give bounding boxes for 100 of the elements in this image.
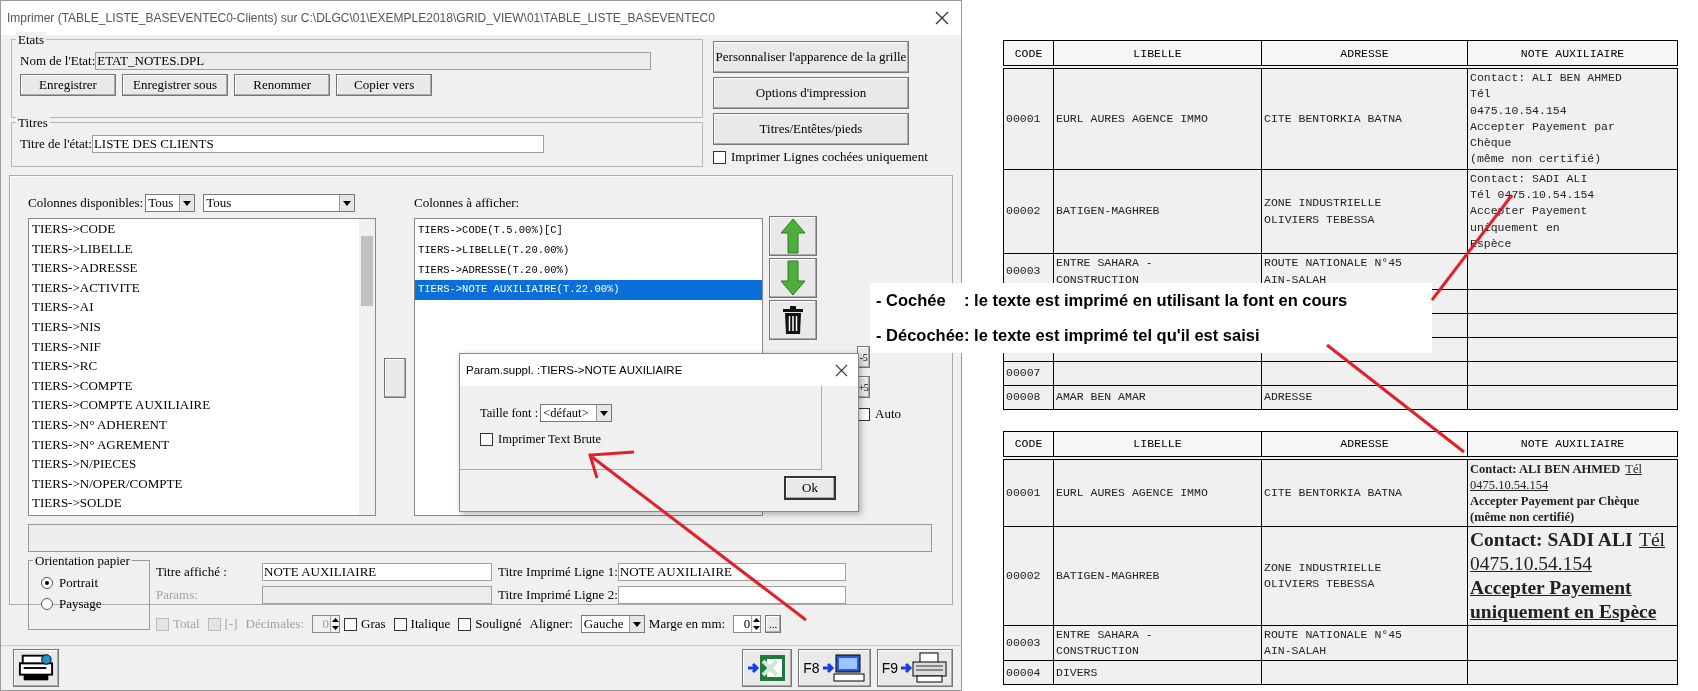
filter-dropdown[interactable]: Tous <box>145 194 196 212</box>
list-label: Colonnes à afficher: <box>414 195 520 211</box>
radio-label: Portrait <box>59 574 98 591</box>
table-cell: BATIGEN-MAGHREB <box>1053 526 1262 626</box>
checkbox[interactable] <box>393 617 407 631</box>
field-label: Titre Imprimé Ligne 2: <box>498 586 618 603</box>
checkbox[interactable] <box>344 617 357 631</box>
list-item[interactable]: TIERS->CODE(T.5.00%)[C] <box>415 221 762 241</box>
checkbox[interactable] <box>480 433 493 446</box>
down-caret-icon <box>331 626 339 630</box>
width-button[interactable]: -5 <box>857 346 870 368</box>
table-cell: CITE BENTORKIA BATNA <box>1261 67 1468 170</box>
list-item[interactable]: TIERS->LIBELLE <box>29 238 359 259</box>
field-label: Titre Imprimé Ligne 1: <box>498 563 618 580</box>
preview-button[interactable]: F8 <box>798 649 871 687</box>
checkbox-label: Imprimer Lignes cochées uniquement <box>731 149 928 165</box>
print-title-line-field[interactable]: NOTE AUXILIAIRE <box>617 562 846 581</box>
list-item[interactable]: TIERS->SOLDE <box>29 493 359 513</box>
state-name-field[interactable]: ETAT_NOTES.DPL <box>95 52 652 70</box>
trash-icon <box>782 305 804 335</box>
excel-export-button[interactable] <box>742 649 793 687</box>
checkbox[interactable] <box>458 617 472 631</box>
close-icon[interactable] <box>835 363 848 377</box>
radio-button[interactable] <box>41 597 53 610</box>
number-spinner[interactable]: 0 <box>733 615 762 633</box>
table-cell: ENTRE SAHARA - CONSTRUCTION <box>1053 625 1262 661</box>
list-item[interactable]: TIERS->COMPTE <box>29 375 359 396</box>
state-button[interactable]: Enregistrer sous <box>122 74 229 96</box>
checkbox-label: [-] <box>224 616 238 632</box>
column-header: ADRESSE <box>1261 40 1468 67</box>
down-arrow-icon <box>780 260 806 296</box>
table-cell: EURL AURES AGENCE IMMO <box>1053 457 1262 527</box>
column-header: ADRESSE <box>1261 431 1468 458</box>
checkbox-label: Auto <box>875 406 901 422</box>
checkbox-label: Italique <box>410 616 451 632</box>
list-item[interactable]: TIERS->N/OPER/COMPTE <box>29 473 359 494</box>
column-header: NOTE AUXILIAIRE <box>1467 431 1678 458</box>
checkbox-label: Souligné <box>475 616 522 632</box>
checkbox-label: Imprimer Text Brute <box>498 432 602 447</box>
list-item[interactable]: TIERS->N° AGREMENT <box>29 434 359 455</box>
params-field[interactable] <box>262 585 492 604</box>
list-item[interactable]: TIERS->ADRESSE(T.20.00%) <box>415 260 762 281</box>
font-size-dropdown[interactable]: <défaut> <box>540 404 613 422</box>
checkbox[interactable] <box>713 150 726 164</box>
state-button[interactable]: Renommer <box>234 74 331 96</box>
computer-icon <box>821 653 866 683</box>
table-cell: 00002 <box>1003 526 1054 626</box>
list-item[interactable]: TIERS->NIF <box>29 336 359 357</box>
list-item[interactable]: TIERS->LIBELLE(T.20.00%) <box>415 240 762 261</box>
list-item[interactable]: TIERS->CODE <box>29 219 359 239</box>
list-item[interactable]: TIERS->AI <box>29 297 359 317</box>
table-cell: 00001 <box>1003 67 1054 170</box>
list-item[interactable]: TIERS->COMPTE AUXILIAIRE <box>29 395 359 415</box>
table-cell: BATIGEN-MAGHREB <box>1053 169 1262 254</box>
table-cell: ZONE INDUSTRIELLE OLIVIERS TEBESSA <box>1261 526 1468 626</box>
window-title: Param.suppl. :TIERS->NOTE AUXILIAIRE <box>466 364 683 376</box>
caret-icon <box>183 200 192 206</box>
state-button[interactable]: Copier vers <box>336 74 433 96</box>
state-button[interactable]: Enregistrer <box>20 74 116 96</box>
field-label: Titre de l'état: <box>20 135 92 152</box>
column-header: LIBELLE <box>1053 431 1262 458</box>
filter-dropdown[interactable]: Tous <box>203 194 356 212</box>
option-button[interactable]: Personnaliser l'apparence de la grille <box>713 41 909 73</box>
table-cell: DIVERS <box>1053 660 1262 685</box>
list-item[interactable]: TIERS->NOTE AUXILIAIRE(T.22.00%) <box>415 280 762 301</box>
caret-icon <box>343 200 352 206</box>
callout-text: - Cochée : le texte est imprimé en utilisant la font en cours <box>876 291 1348 310</box>
move-up-button[interactable] <box>769 216 817 256</box>
print-button[interactable]: F9 <box>876 649 953 687</box>
more-button[interactable]: ... <box>765 615 782 633</box>
delete-button[interactable] <box>769 300 817 340</box>
list-item[interactable]: TIERS->NIS <box>29 316 359 337</box>
up-arrow-icon <box>780 218 806 254</box>
print-settings-button[interactable] <box>13 649 59 687</box>
list-item[interactable]: TIERS->N/PIECES <box>29 454 359 474</box>
table-cell: 00007 <box>1003 361 1054 386</box>
displayed-title-field[interactable]: NOTE AUXILIAIRE <box>262 562 492 581</box>
option-button[interactable]: Options d'impression <box>713 77 909 109</box>
report-title-field[interactable]: LISTE DES CLIENTS <box>91 134 544 153</box>
move-down-button[interactable] <box>769 258 817 298</box>
ok-button[interactable]: Ok <box>784 476 836 500</box>
option-button[interactable]: Titres/Entêtes/pieds <box>713 113 909 145</box>
callout-text: - Décochée: le texte est imprimé tel qu'il est saisi <box>876 326 1260 345</box>
list-item[interactable]: TIERS->ACTIVITE <box>29 277 359 298</box>
table-cell: ROUTE NATIONALE N°45 AIN-SALAH <box>1261 625 1468 661</box>
scrollbar[interactable] <box>359 219 375 515</box>
printer-icon <box>900 652 948 684</box>
print-title-line-field[interactable] <box>617 585 846 604</box>
align-dropdown[interactable]: Gauche <box>580 615 645 633</box>
checkbox-label: Total <box>173 616 200 632</box>
field-label: Titre affiché : <box>156 563 228 580</box>
list-item[interactable]: TIERS->N° ADHERENT <box>29 414 359 435</box>
move-button[interactable] <box>384 358 406 398</box>
table-cell: 00008 <box>1003 385 1054 410</box>
table-cell: 00004 <box>1003 660 1054 685</box>
list-item[interactable]: TIERS->ADRESSE <box>29 258 359 278</box>
list-item[interactable]: TIERS->RC <box>29 356 359 376</box>
close-icon[interactable] <box>935 11 949 25</box>
radio-button[interactable] <box>41 576 53 589</box>
column-header: CODE <box>1003 40 1054 67</box>
